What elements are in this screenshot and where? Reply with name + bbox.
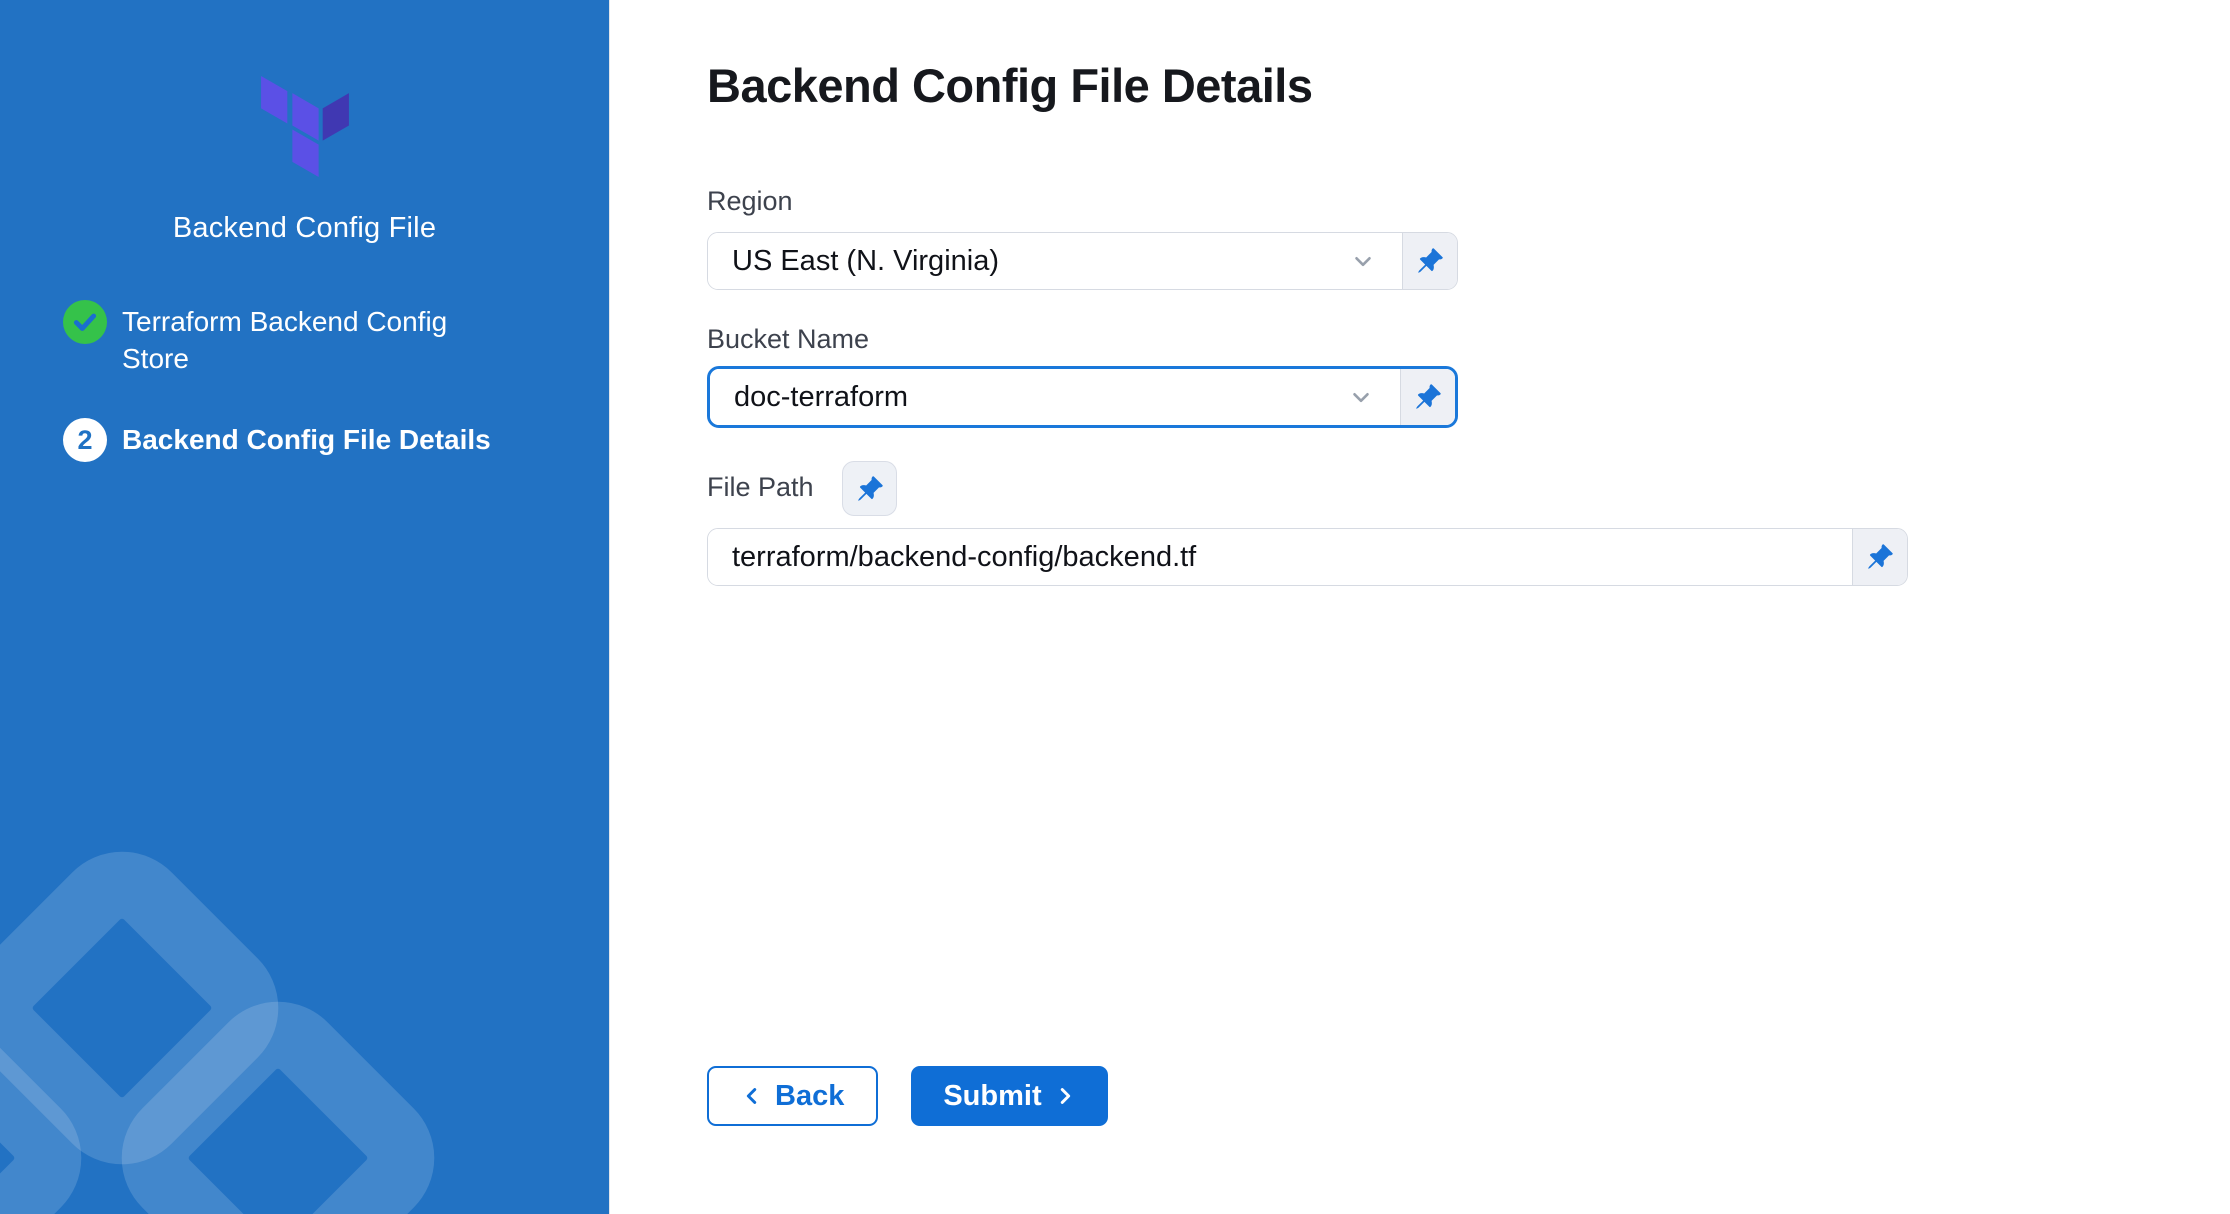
terraform-logo-icon	[261, 76, 349, 177]
form-actions: Back Submit	[707, 1066, 1108, 1126]
chevron-right-icon	[1054, 1085, 1076, 1107]
step-label: Backend Config File Details	[122, 418, 491, 462]
region-label: Region	[707, 186, 793, 217]
submit-button-label: Submit	[943, 1080, 1041, 1113]
wizard-title: Backend Config File	[0, 212, 609, 245]
file-path-field	[707, 528, 1908, 586]
back-button-label: Back	[775, 1080, 844, 1113]
chevron-down-icon	[1348, 369, 1400, 425]
step-terraform-backend-config-store[interactable]: Terraform Backend Config Store	[63, 300, 503, 377]
step-number-badge: 2	[63, 418, 107, 462]
region-pin-button[interactable]	[1402, 233, 1457, 289]
submit-button[interactable]: Submit	[911, 1066, 1107, 1126]
pin-icon	[1414, 383, 1442, 411]
file-path-input[interactable]	[708, 529, 1852, 585]
page-title: Backend Config File Details	[707, 58, 1312, 113]
bucket-pin-button[interactable]	[1400, 369, 1455, 425]
step-backend-config-file-details[interactable]: 2 Backend Config File Details	[63, 418, 543, 462]
form-panel: Backend Config File Details Region US Ea…	[611, 0, 2230, 1214]
file-path-pin-button[interactable]	[1852, 529, 1907, 585]
chevron-left-icon	[741, 1085, 763, 1107]
bucket-name-select[interactable]: doc-terraform	[707, 366, 1458, 428]
wizard-sidebar: Backend Config File Terraform Backend Co…	[0, 0, 610, 1214]
bucket-name-label: Bucket Name	[707, 324, 869, 355]
region-selected-value: US East (N. Virginia)	[708, 233, 1350, 289]
region-select[interactable]: US East (N. Virginia)	[707, 232, 1458, 290]
back-button[interactable]: Back	[707, 1066, 878, 1126]
file-path-label-pin-button[interactable]	[842, 461, 897, 516]
pin-icon	[1416, 247, 1444, 275]
step-label: Terraform Backend Config Store	[122, 300, 503, 377]
pin-icon	[856, 475, 884, 503]
file-path-label: File Path	[707, 472, 814, 503]
chevron-down-icon	[1350, 233, 1402, 289]
bucket-selected-value: doc-terraform	[710, 369, 1348, 425]
pin-icon	[1866, 543, 1894, 571]
step-complete-check-icon	[63, 300, 107, 344]
